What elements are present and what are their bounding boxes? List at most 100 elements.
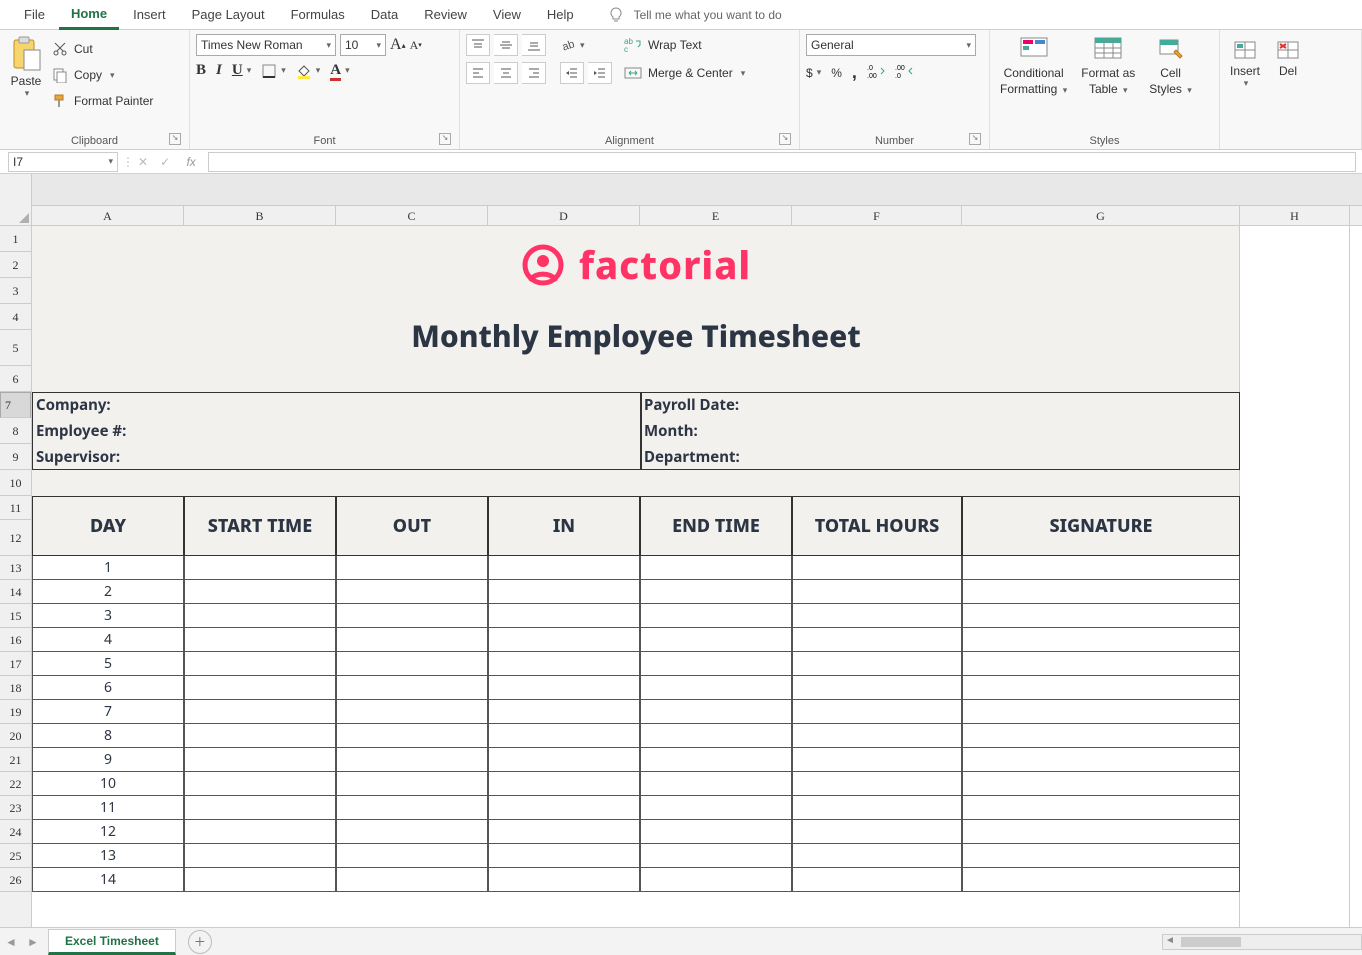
row-header[interactable]: 3 (0, 278, 31, 304)
merge-center-button[interactable]: Merge & Center ▾ (624, 62, 745, 84)
select-all-corner[interactable] (0, 174, 32, 226)
grow-font-button[interactable]: A▴ (390, 36, 406, 54)
timesheet-cell[interactable] (488, 772, 640, 796)
row-header[interactable]: 24 (0, 820, 31, 844)
decrease-indent-button[interactable] (560, 62, 584, 84)
timesheet-cell[interactable] (184, 796, 336, 820)
timesheet-cell[interactable] (792, 628, 962, 652)
timesheet-cell[interactable] (640, 724, 792, 748)
row-header[interactable]: 12 (0, 520, 31, 556)
timesheet-cell[interactable] (640, 652, 792, 676)
align-middle-button[interactable] (494, 34, 518, 56)
timesheet-cell[interactable] (792, 580, 962, 604)
timesheet-cell[interactable] (184, 628, 336, 652)
timesheet-cell[interactable] (488, 604, 640, 628)
tell-me-search[interactable]: Tell me what you want to do (608, 7, 782, 23)
align-top-button[interactable] (466, 34, 490, 56)
percent-button[interactable]: % (831, 66, 842, 80)
border-button[interactable]: ▾ (261, 63, 286, 79)
timesheet-cell[interactable] (640, 748, 792, 772)
row-header[interactable]: 25 (0, 844, 31, 868)
orientation-button[interactable]: ab▾ (560, 37, 585, 53)
align-left-button[interactable] (466, 62, 490, 84)
column-header[interactable]: A (32, 206, 184, 225)
timesheet-day-cell[interactable]: 8 (32, 724, 184, 748)
timesheet-cell[interactable] (640, 844, 792, 868)
timesheet-cell[interactable] (962, 724, 1240, 748)
timesheet-cell[interactable] (792, 724, 962, 748)
timesheet-cell[interactable] (640, 604, 792, 628)
row-header[interactable]: 19 (0, 700, 31, 724)
copy-button[interactable]: Copy ▾ (52, 64, 153, 86)
timesheet-cell[interactable] (640, 676, 792, 700)
column-header[interactable]: D (488, 206, 640, 225)
column-header[interactable]: B (184, 206, 336, 225)
timesheet-cell[interactable] (488, 868, 640, 892)
timesheet-cell[interactable] (792, 604, 962, 628)
timesheet-cell[interactable] (488, 724, 640, 748)
row-header[interactable]: 1 (0, 226, 31, 252)
timesheet-cell[interactable] (488, 556, 640, 580)
worksheet-grid[interactable]: ABCDEFGH 1234567891011121314151617181920… (0, 174, 1362, 927)
timesheet-cell[interactable] (792, 652, 962, 676)
timesheet-cell[interactable] (184, 556, 336, 580)
row-header[interactable]: 6 (0, 366, 31, 392)
fx-icon[interactable]: fx (182, 155, 200, 169)
timesheet-cell[interactable] (336, 676, 488, 700)
timesheet-cell[interactable] (488, 796, 640, 820)
timesheet-cell[interactable] (336, 652, 488, 676)
cancel-formula-button[interactable]: ✕ (138, 155, 148, 169)
timesheet-cell[interactable] (792, 820, 962, 844)
insert-cells-button[interactable]: Insert ▾ (1226, 34, 1264, 91)
row-header[interactable]: 18 (0, 676, 31, 700)
sheet-tab-active[interactable]: Excel Timesheet (48, 929, 176, 955)
timesheet-cell[interactable] (962, 844, 1240, 868)
timesheet-cell[interactable] (488, 652, 640, 676)
shrink-font-button[interactable]: A▾ (410, 38, 422, 53)
format-painter-button[interactable]: Format Painter (52, 90, 153, 112)
timesheet-cell[interactable] (962, 772, 1240, 796)
timesheet-cell[interactable] (336, 868, 488, 892)
timesheet-day-cell[interactable]: 13 (32, 844, 184, 868)
column-header[interactable]: E (640, 206, 792, 225)
row-header[interactable]: 16 (0, 628, 31, 652)
timesheet-cell[interactable] (640, 772, 792, 796)
row-header[interactable]: 10 (0, 470, 31, 496)
timesheet-cell[interactable] (640, 796, 792, 820)
decrease-decimal-button[interactable]: .00.0 (895, 64, 913, 81)
timesheet-cell[interactable] (488, 580, 640, 604)
align-bottom-button[interactable] (522, 34, 546, 56)
cells-area[interactable]: factorialMonthly Employee TimesheetCompa… (32, 226, 1362, 927)
tab-insert[interactable]: Insert (121, 1, 178, 28)
sheet-nav-prev[interactable]: ◄ (0, 935, 22, 949)
timesheet-cell[interactable] (184, 700, 336, 724)
timesheet-day-cell[interactable]: 14 (32, 868, 184, 892)
timesheet-day-cell[interactable]: 5 (32, 652, 184, 676)
timesheet-cell[interactable] (184, 604, 336, 628)
timesheet-day-cell[interactable]: 12 (32, 820, 184, 844)
timesheet-cell[interactable] (640, 628, 792, 652)
timesheet-cell[interactable] (336, 724, 488, 748)
timesheet-cell[interactable] (792, 748, 962, 772)
paste-button[interactable]: Paste ▾ (6, 34, 46, 101)
increase-decimal-button[interactable]: .0.00 (867, 64, 885, 81)
row-header[interactable]: 21 (0, 748, 31, 772)
row-header[interactable]: 20 (0, 724, 31, 748)
timesheet-cell[interactable] (336, 820, 488, 844)
timesheet-cell[interactable] (488, 676, 640, 700)
comma-button[interactable]: , (852, 62, 857, 83)
timesheet-cell[interactable] (184, 844, 336, 868)
cut-button[interactable]: Cut (52, 38, 153, 60)
timesheet-cell[interactable] (184, 580, 336, 604)
tab-data[interactable]: Data (359, 1, 410, 28)
font-size-select[interactable]: 10▾ (340, 34, 386, 56)
timesheet-cell[interactable] (962, 796, 1240, 820)
timesheet-day-cell[interactable]: 4 (32, 628, 184, 652)
tab-formulas[interactable]: Formulas (279, 1, 357, 28)
tab-page-layout[interactable]: Page Layout (180, 1, 277, 28)
row-header[interactable]: 8 (0, 418, 31, 444)
timesheet-cell[interactable] (184, 820, 336, 844)
column-header[interactable]: H (1240, 206, 1350, 225)
timesheet-cell[interactable] (792, 772, 962, 796)
tab-review[interactable]: Review (412, 1, 479, 28)
